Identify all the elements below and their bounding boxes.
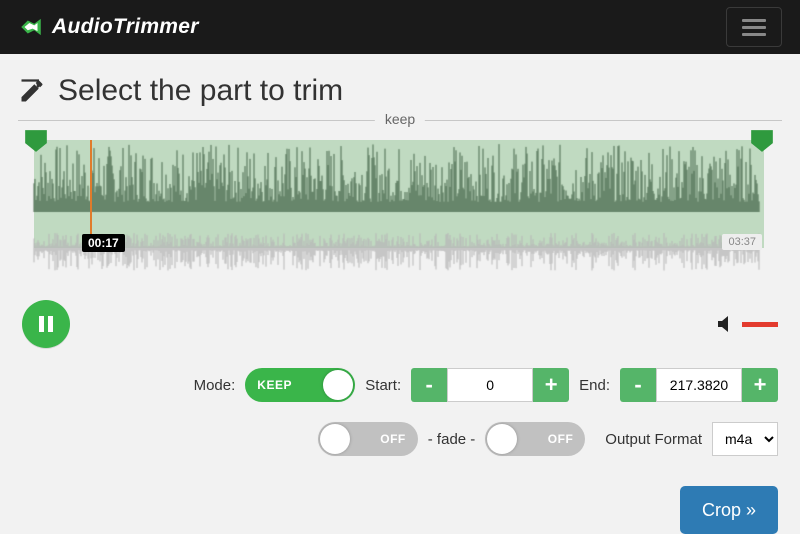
toggle-knob xyxy=(323,370,353,400)
edit-icon xyxy=(18,77,46,105)
end-input[interactable] xyxy=(656,368,742,402)
end-decrement-button[interactable]: - xyxy=(620,368,656,402)
playhead[interactable] xyxy=(90,140,92,248)
brand[interactable]: AudioTrimmer xyxy=(18,14,199,40)
fade-in-state: OFF xyxy=(380,432,406,446)
mode-toggle[interactable]: KEEP xyxy=(245,368,355,402)
trim-handle-right[interactable] xyxy=(748,128,776,154)
fade-out-toggle[interactable]: OFF xyxy=(485,422,585,456)
mode-toggle-text: KEEP xyxy=(257,378,292,392)
fade-out-state: OFF xyxy=(548,432,574,446)
start-label: Start: xyxy=(365,377,401,394)
waveform-canvas xyxy=(18,140,778,290)
crop-button[interactable]: Crop » xyxy=(680,486,778,534)
keep-label: keep xyxy=(375,111,425,127)
fade-in-toggle[interactable]: OFF xyxy=(318,422,418,456)
pause-button[interactable] xyxy=(22,300,70,348)
output-format-label: Output Format xyxy=(605,431,702,448)
end-increment-button[interactable]: + xyxy=(742,368,778,402)
start-stepper: - + xyxy=(411,368,569,402)
start-input[interactable] xyxy=(447,368,533,402)
volume-icon xyxy=(718,316,736,332)
volume-bar[interactable] xyxy=(742,322,778,327)
end-stepper: - + xyxy=(620,368,778,402)
current-time-bubble: 00:17 xyxy=(82,234,125,252)
volume-control[interactable] xyxy=(718,316,778,332)
waveform[interactable]: 00:17 03:37 xyxy=(18,140,782,290)
logo-icon xyxy=(18,14,44,40)
fade-label: - fade - xyxy=(428,431,476,448)
menu-toggle[interactable] xyxy=(726,7,782,47)
toggle-knob xyxy=(487,424,517,454)
section-rule: keep xyxy=(18,120,782,130)
mode-label: Mode: xyxy=(194,377,236,394)
top-navbar: AudioTrimmer xyxy=(0,0,800,54)
total-time-label: 03:37 xyxy=(722,234,762,250)
start-increment-button[interactable]: + xyxy=(533,368,569,402)
trim-handle-left[interactable] xyxy=(22,128,50,154)
start-decrement-button[interactable]: - xyxy=(411,368,447,402)
toggle-knob xyxy=(320,424,350,454)
pause-icon xyxy=(37,314,55,334)
end-label: End: xyxy=(579,377,610,394)
page-title: Select the part to trim xyxy=(58,74,343,108)
output-format-select[interactable]: m4a xyxy=(712,422,778,456)
brand-text: AudioTrimmer xyxy=(52,15,199,39)
